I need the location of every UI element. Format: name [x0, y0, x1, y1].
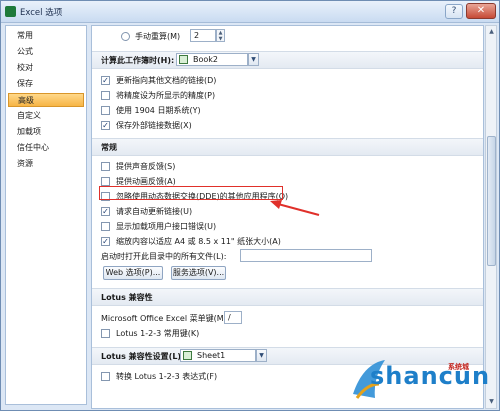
section-header-general: 常规 — [92, 138, 483, 156]
excel-options-dialog: Excel 选项 ? ✕ 常用 公式 校对 保存 高级 自定义 加载项 信任中心… — [0, 0, 500, 411]
sidebar-item-resources[interactable]: 资源 — [8, 157, 84, 171]
sidebar-item-formulas[interactable]: 公式 — [8, 45, 84, 59]
convert-formula-label: 转换 Lotus 1-2-3 表达式(F) — [116, 372, 218, 381]
service-options-button[interactable]: 服务选项(V)... — [171, 266, 226, 280]
section-title-calculation: 计算此工作簿时(H): — [101, 56, 175, 65]
convert-formula-checkbox[interactable] — [101, 372, 110, 381]
window-title: Excel 选项 — [20, 8, 63, 18]
section-title-lotus: Lotus 兼容性 — [101, 293, 153, 302]
sidebar-item-addins[interactable]: 加载项 — [8, 125, 84, 139]
addin-errors-label: 显示加载项用户接口错误(U) — [116, 222, 217, 231]
startup-folder-field[interactable] — [240, 249, 372, 262]
update-links-checkbox[interactable]: ✓ — [101, 76, 110, 85]
scale-a4-label: 缩放内容以适应 A4 或 8.5 x 11" 纸张大小(A) — [116, 237, 281, 246]
update-links-label: 更新指向其他文档的链接(D) — [116, 76, 217, 85]
manual-recalc-field[interactable]: 2 — [190, 29, 216, 42]
workbook-sheet-icon — [179, 55, 188, 64]
workbook-dropdown-arrow[interactable]: ▼ — [248, 53, 259, 66]
sheet-icon — [183, 351, 192, 360]
sidebar-item-save[interactable]: 保存 — [8, 77, 84, 91]
section-title-general: 常规 — [101, 143, 117, 152]
scale-a4-checkbox[interactable]: ✓ — [101, 237, 110, 246]
save-external-links-label: 保存外部链接数据(X) — [116, 121, 192, 130]
sound-feedback-checkbox[interactable] — [101, 162, 110, 171]
lotus-keys-label: Lotus 1-2-3 常用键(K) — [116, 329, 200, 338]
addin-errors-checkbox[interactable] — [101, 222, 110, 231]
content-scrollbar[interactable]: ▲ ▼ — [485, 25, 497, 409]
excel-app-icon — [5, 6, 16, 17]
section-header-calculation: 计算此工作簿时(H): — [92, 51, 483, 69]
sidebar-item-customize[interactable]: 自定义 — [8, 109, 84, 123]
sidebar-item-advanced[interactable]: 高级 — [8, 93, 84, 107]
annotation-arrow-icon — [270, 200, 320, 216]
help-button[interactable]: ? — [445, 4, 463, 19]
sheet-dropdown-arrow[interactable]: ▼ — [256, 349, 267, 362]
sidebar-item-proofing[interactable]: 校对 — [8, 61, 84, 75]
title-bar: Excel 选项 ? ✕ — [1, 1, 499, 23]
precision-label: 将精度设为所显示的精度(P) — [116, 91, 216, 100]
sound-feedback-label: 提供声音反馈(S) — [116, 162, 176, 171]
scroll-up-icon[interactable]: ▲ — [487, 27, 496, 37]
sidebar-item-popular[interactable]: 常用 — [8, 29, 84, 43]
save-external-links-checkbox[interactable]: ✓ — [101, 121, 110, 130]
precision-checkbox[interactable] — [101, 91, 110, 100]
startup-folder-label: 启动时打开此目录中的所有文件(L): — [101, 252, 227, 261]
web-options-button[interactable]: Web 选项(P)... — [103, 266, 163, 280]
ask-update-links-checkbox[interactable]: ✓ — [101, 207, 110, 216]
animation-feedback-checkbox[interactable] — [101, 177, 110, 186]
menu-key-label: Microsoft Office Excel 菜单键(M): — [101, 314, 230, 323]
lotus-keys-checkbox[interactable] — [101, 329, 110, 338]
manual-recalc-radio[interactable] — [121, 32, 130, 41]
sidebar-item-trust-center[interactable]: 信任中心 — [8, 141, 84, 155]
date-1904-checkbox[interactable] — [101, 106, 110, 115]
manual-recalc-label: 手动重算(M) — [135, 32, 181, 41]
close-button[interactable]: ✕ — [466, 3, 496, 19]
scroll-thumb[interactable] — [487, 136, 496, 266]
watermark-site: 系统城 — [448, 363, 469, 371]
options-sidebar: 常用 公式 校对 保存 高级 自定义 加载项 信任中心 资源 — [5, 25, 87, 405]
section-title-lotus-settings: Lotus 兼容性设置(L): — [101, 352, 185, 361]
menu-key-field[interactable]: / — [224, 311, 242, 324]
section-header-lotus: Lotus 兼容性 — [92, 288, 483, 306]
date-1904-label: 使用 1904 日期系统(Y) — [116, 106, 201, 115]
manual-recalc-spinner[interactable]: ▲ ▼ — [216, 29, 225, 42]
annotation-highlight-box — [99, 186, 283, 200]
ask-update-links-label: 请求自动更新链接(U) — [116, 207, 193, 216]
watermark-text: shancun — [370, 362, 491, 390]
